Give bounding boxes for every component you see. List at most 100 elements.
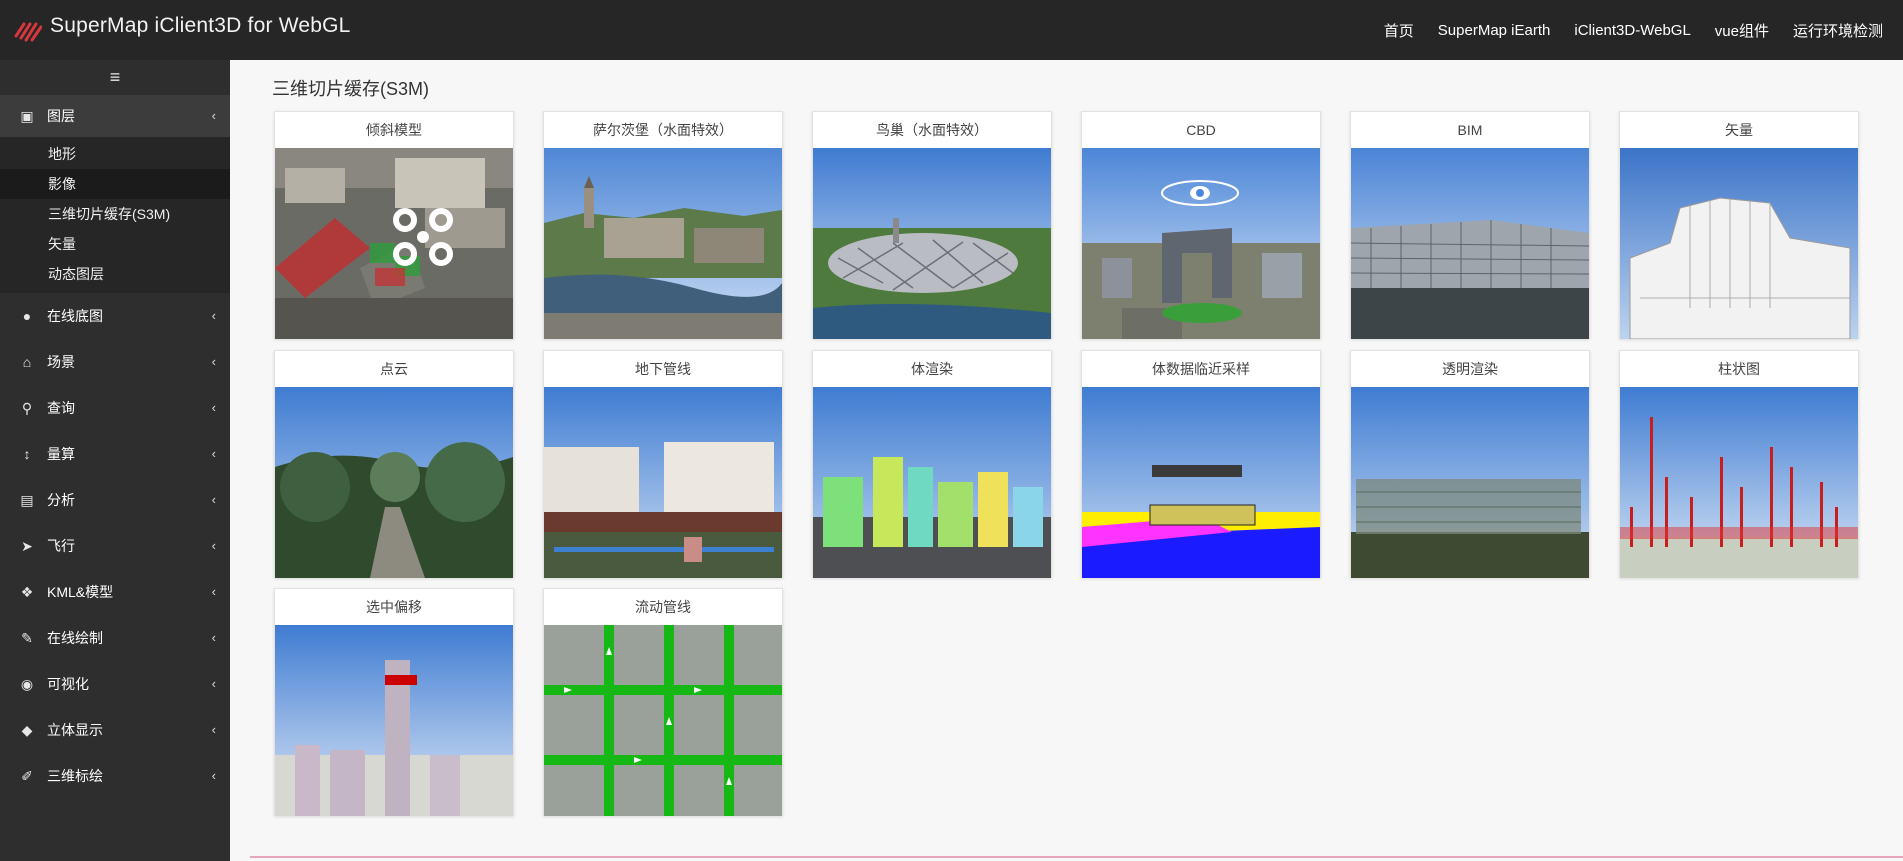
sidebar-item-scene[interactable]: ⌂ 场景 ‹	[0, 339, 230, 385]
chevron-left-icon: ‹	[211, 353, 216, 369]
card-title: 选中偏移	[366, 599, 422, 615]
sample-card-flowpipe[interactable]: 流动管线	[543, 588, 783, 816]
nav-link-iearth[interactable]: SuperMap iEarth	[1438, 22, 1551, 39]
sidebar-item-3d-plotting[interactable]: ✐ 三维标绘 ‹	[0, 753, 230, 799]
sidebar-item-label: 立体显示	[47, 722, 103, 738]
sidebar-item-label: 量算	[47, 446, 75, 462]
submenu-item-vector[interactable]: 矢量	[0, 229, 230, 259]
sample-card-pointcloud[interactable]: 点云	[274, 350, 514, 578]
sample-card-volume[interactable]: 体渲染	[812, 350, 1052, 578]
sidebar-item-flight[interactable]: ➤ 飞行 ‹	[0, 523, 230, 569]
chevron-left-icon: ‹	[211, 307, 216, 323]
chevron-left-icon: ‹	[211, 767, 216, 783]
measure-icon: ↕	[23, 446, 31, 462]
chevron-left-icon: ‹	[211, 107, 216, 123]
card-title: 柱状图	[1718, 361, 1760, 377]
thumbnail-birdnest-image[interactable]	[813, 148, 1051, 339]
eye-icon: ◉	[20, 675, 34, 692]
card-title: BIM	[1457, 122, 1483, 138]
brand-title[interactable]: SuperMap iClient3D for WebGL	[50, 14, 351, 38]
thumbnail-pipeline-image[interactable]	[544, 387, 782, 578]
thumbnail-histogram-image[interactable]	[1620, 387, 1858, 578]
sidebar-item-label: 三维标绘	[47, 768, 103, 784]
sidebar-toggle-button[interactable]: ≡	[0, 60, 230, 95]
cube-icon: ◆	[21, 721, 33, 738]
submenu-item-imagery[interactable]: 影像	[0, 169, 230, 199]
sidebar-item-analysis[interactable]: ▤ 分析 ‹	[0, 477, 230, 523]
thumbnail-bim-image[interactable]	[1350, 148, 1590, 339]
map-icon: ▤	[20, 491, 34, 508]
chevron-left-icon: ‹	[211, 399, 216, 415]
sidebar-item-label: 场景	[47, 354, 75, 370]
chevron-left-icon: ‹	[211, 721, 216, 737]
sidebar-item-label: 飞行	[47, 538, 75, 554]
submenu-item-s3m[interactable]: 三维切片缓存(S3M)	[0, 199, 230, 229]
card-title: 倾斜模型	[366, 122, 422, 138]
sidebar-item-online-draw[interactable]: ✎ 在线绘制 ‹	[0, 615, 230, 661]
chevron-left-icon: ‹	[211, 583, 216, 599]
layers-icon: ▣	[20, 107, 34, 124]
search-icon: ⚲	[21, 399, 33, 416]
thumbnail-sampling-image[interactable]	[1082, 387, 1320, 578]
supermap-logo-icon[interactable]	[14, 16, 42, 42]
top-navbar: SuperMap iClient3D for WebGL 首页 SuperMap…	[0, 0, 1903, 60]
chevron-left-icon: ‹	[211, 445, 216, 461]
sample-card-vector[interactable]: 矢量	[1619, 111, 1859, 340]
sample-card-histogram[interactable]: 柱状图	[1619, 350, 1859, 578]
pencil-icon: ✐	[21, 767, 33, 784]
sidebar-item-visualization[interactable]: ◉ 可视化 ‹	[0, 661, 230, 707]
thumbnail-flowpipe-image[interactable]	[544, 625, 782, 816]
sample-card-sampling[interactable]: 体数据临近采样	[1081, 350, 1321, 578]
bottom-divider	[250, 856, 1903, 858]
edit-icon: ✎	[21, 629, 33, 646]
thumbnail-pointcloud-image[interactable]	[275, 387, 513, 578]
sidebar-item-measure[interactable]: ↕ 量算 ‹	[0, 431, 230, 477]
page-title: 三维切片缓存(S3M)	[272, 79, 429, 99]
thumbnail-vector-image[interactable]	[1620, 148, 1858, 340]
thumbnail-salzburg-image[interactable]	[544, 148, 782, 339]
sidebar-item-stereo-display[interactable]: ◆ 立体显示 ‹	[0, 707, 230, 753]
bank-icon: ⌂	[22, 354, 32, 370]
cubes-icon: ❖	[20, 583, 34, 600]
thumbnail-transparent-image[interactable]	[1351, 387, 1589, 578]
card-title: 体数据临近采样	[1152, 361, 1250, 377]
sidebar-item-query[interactable]: ⚲ 查询 ‹	[0, 385, 230, 431]
sample-card-pipeline[interactable]: 地下管线	[543, 350, 783, 578]
hamburger-icon: ≡	[109, 67, 121, 87]
sidebar-item-label: 分析	[47, 492, 75, 508]
sample-card-cbd[interactable]: CBD	[1081, 111, 1321, 339]
nav-link-env-check[interactable]: 运行环境检测	[1793, 20, 1883, 41]
sidebar-item-label: 图层	[47, 108, 75, 124]
sample-card-birdnest[interactable]: 鸟巢（水面特效）	[812, 111, 1052, 339]
sample-card-oblique[interactable]: 倾斜模型	[274, 111, 514, 339]
submenu-item-dynamic-layer[interactable]: 动态图层	[0, 259, 230, 289]
card-title: CBD	[1186, 122, 1216, 138]
nav-link-iclient3d-webgl[interactable]: iClient3D-WebGL	[1574, 22, 1690, 39]
chevron-left-icon: ‹	[211, 491, 216, 507]
sample-card-bim[interactable]: BIM	[1350, 111, 1590, 339]
card-title: 地下管线	[635, 361, 691, 377]
sidebar-item-layers[interactable]: ▣ 图层 ‹	[0, 95, 230, 137]
sample-card-offset[interactable]: 选中偏移	[274, 588, 514, 816]
card-title: 体渲染	[911, 361, 953, 377]
sidebar-item-label: 在线绘制	[47, 630, 103, 646]
submenu-item-terrain[interactable]: 地形	[0, 139, 230, 169]
layers-submenu: 地形 影像 三维切片缓存(S3M) 矢量 动态图层	[0, 137, 230, 293]
card-title: 鸟巢（水面特效）	[876, 122, 988, 138]
card-title: 矢量	[1725, 122, 1753, 138]
thumbnail-oblique-image[interactable]	[275, 148, 513, 339]
sample-card-salzburg[interactable]: 萨尔茨堡（水面特效）	[543, 111, 783, 339]
sidebar-item-label: 在线底图	[47, 308, 103, 324]
nav-link-home[interactable]: 首页	[1384, 20, 1414, 41]
sample-card-transparent[interactable]: 透明渲染	[1350, 350, 1590, 578]
thumbnail-offset-image[interactable]	[275, 625, 513, 816]
thumbnail-volume-image[interactable]	[813, 387, 1051, 578]
sidebar-item-kml-model[interactable]: ❖ KML&模型 ‹	[0, 569, 230, 615]
main-content: 三维切片缓存(S3M) 倾斜模型 萨尔茨堡（水面特效） 鸟巢（水面特效） CBD…	[230, 60, 1903, 861]
chevron-left-icon: ‹	[211, 629, 216, 645]
sidebar-item-online-basemap[interactable]: ● 在线底图 ‹	[0, 293, 230, 339]
thumbnail-cbd-image[interactable]	[1082, 148, 1320, 339]
sidebar-item-label: 可视化	[47, 676, 89, 692]
nav-link-vue-components[interactable]: vue组件	[1715, 20, 1769, 41]
chevron-left-icon: ‹	[211, 537, 216, 553]
